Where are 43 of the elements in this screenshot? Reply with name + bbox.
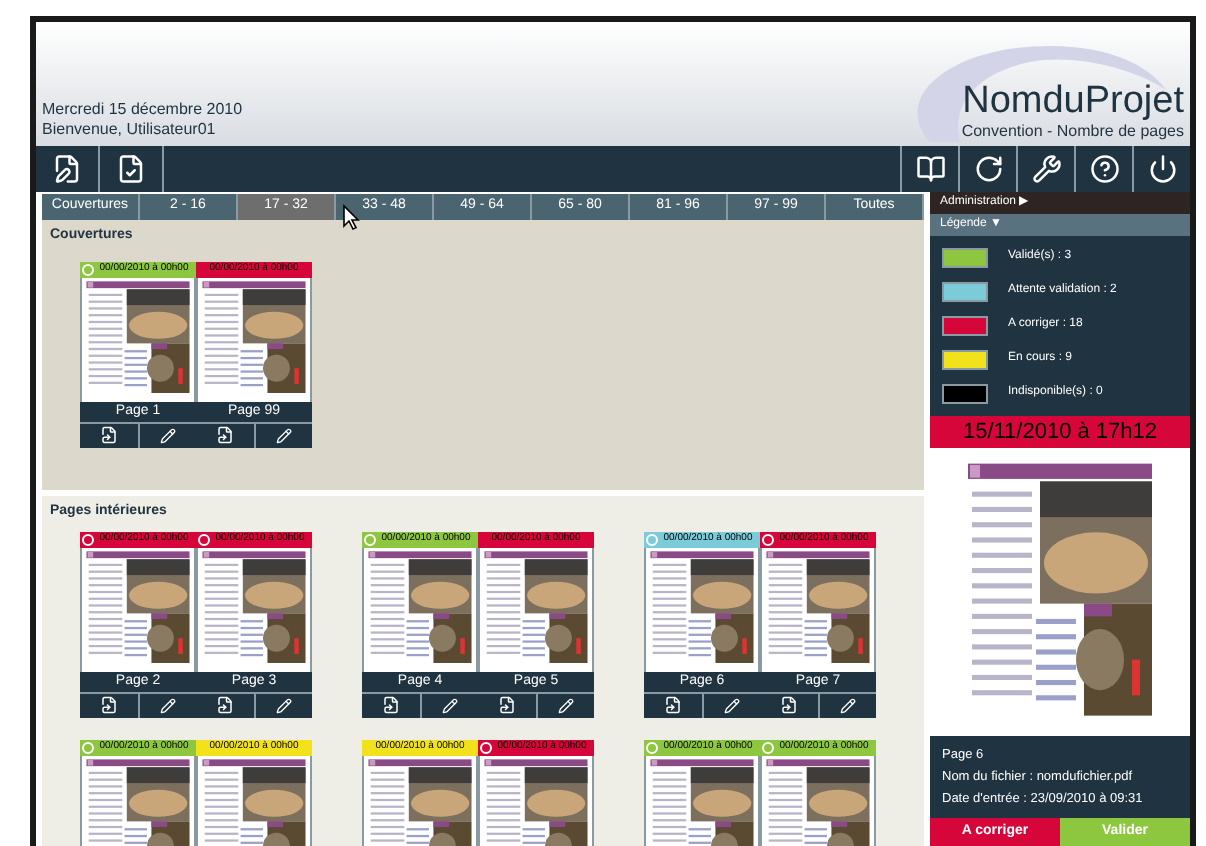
pencil-icon <box>723 697 740 713</box>
refresh-icon <box>973 154 1003 184</box>
document-arrow-icon <box>215 426 234 444</box>
document-arrow-icon <box>663 696 682 714</box>
pencil-icon <box>275 427 292 443</box>
page-preview-drawing <box>646 547 758 671</box>
page-preview-drawing <box>480 755 592 846</box>
document-check-icon <box>116 154 146 184</box>
pencil-icon <box>159 427 176 443</box>
pencil-icon <box>839 697 856 713</box>
page-preview-drawing <box>762 755 874 846</box>
page-preview-drawing <box>82 277 194 401</box>
pencil-icon <box>441 697 458 713</box>
page-preview-drawing <box>198 755 310 846</box>
page-preview-drawing <box>82 755 194 846</box>
power-icon <box>1147 154 1177 184</box>
pencil-icon <box>159 697 176 713</box>
page-preview-drawing <box>198 277 310 401</box>
page-preview-drawing <box>364 755 476 846</box>
document-arrow-icon <box>99 426 118 444</box>
project-name: NomduProjet <box>962 82 1184 122</box>
welcome-text: Bienvenue, Utilisateur01 <box>42 120 218 140</box>
help-icon <box>1089 154 1119 184</box>
document-arrow-icon <box>381 696 400 714</box>
page-preview-drawing <box>198 547 310 671</box>
page-preview-drawing <box>480 547 592 671</box>
document-arrow-icon <box>497 696 516 714</box>
wrench-icon <box>1031 154 1061 184</box>
mouse-cursor-icon <box>342 204 360 230</box>
document-pen-icon <box>52 154 82 184</box>
page-preview-drawing <box>364 547 476 671</box>
document-arrow-icon <box>779 696 798 714</box>
open-book-icon <box>915 154 945 184</box>
page-preview-drawing <box>82 547 194 671</box>
page-preview-drawing <box>762 547 874 671</box>
pencil-icon <box>557 697 574 713</box>
pencil-icon <box>275 697 292 713</box>
date-banner: 15/11/2010 à 17h12 <box>930 415 1190 448</box>
project-subtitle: Convention - Nombre de pages <box>961 122 1184 142</box>
document-arrow-icon <box>99 696 118 714</box>
current-date: Mercredi 15 décembre 2010 <box>42 100 243 120</box>
page-preview-drawing <box>646 755 758 846</box>
document-arrow-icon <box>215 696 234 714</box>
